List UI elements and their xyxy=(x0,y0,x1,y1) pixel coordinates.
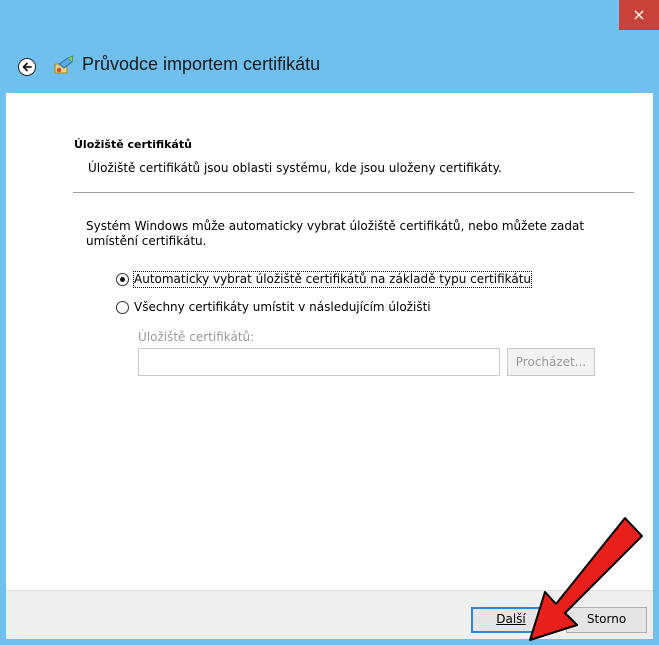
browse-button-label: Procházet... xyxy=(515,355,587,369)
radio-auto-select-label[interactable]: Automaticky vybrat úložiště certifikátů … xyxy=(132,271,533,288)
back-button[interactable] xyxy=(18,58,36,76)
next-button-label: Další xyxy=(496,612,526,626)
wizard-window: × Průvodce importem certifikátu Úložiště… xyxy=(0,0,659,645)
close-button[interactable]: × xyxy=(619,0,659,30)
wizard-footer: Další Storno xyxy=(6,590,653,639)
section-description: Úložiště certifikátů jsou oblasti systém… xyxy=(88,161,502,175)
header-divider xyxy=(73,192,634,193)
radio-button-unchecked[interactable] xyxy=(116,301,129,314)
certificate-wizard-icon xyxy=(54,55,74,74)
radio-button-checked[interactable] xyxy=(116,273,129,286)
cancel-button-label: Storno xyxy=(586,612,627,626)
store-field-label: Úložiště certifikátů: xyxy=(138,330,255,344)
store-input[interactable] xyxy=(138,348,500,376)
back-arrow-icon xyxy=(22,62,32,72)
section-title: Úložiště certifikátů xyxy=(74,138,192,151)
browse-button[interactable]: Procházet... xyxy=(507,348,595,376)
next-button[interactable]: Další xyxy=(471,607,551,633)
wizard-header: Průvodce importem certifikátu xyxy=(6,38,653,93)
title-bar[interactable]: × xyxy=(0,0,659,38)
wizard-content: Úložiště certifikátů Úložiště certifikát… xyxy=(6,93,653,590)
intro-text: Systém Windows může automaticky vybrat ú… xyxy=(86,219,585,248)
wizard-title: Průvodce importem certifikátu xyxy=(82,54,321,74)
close-icon: × xyxy=(632,5,646,24)
radio-manual-store-label[interactable]: Všechny certifikáty umístit v následujíc… xyxy=(134,300,431,315)
cancel-button[interactable]: Storno xyxy=(566,607,647,633)
